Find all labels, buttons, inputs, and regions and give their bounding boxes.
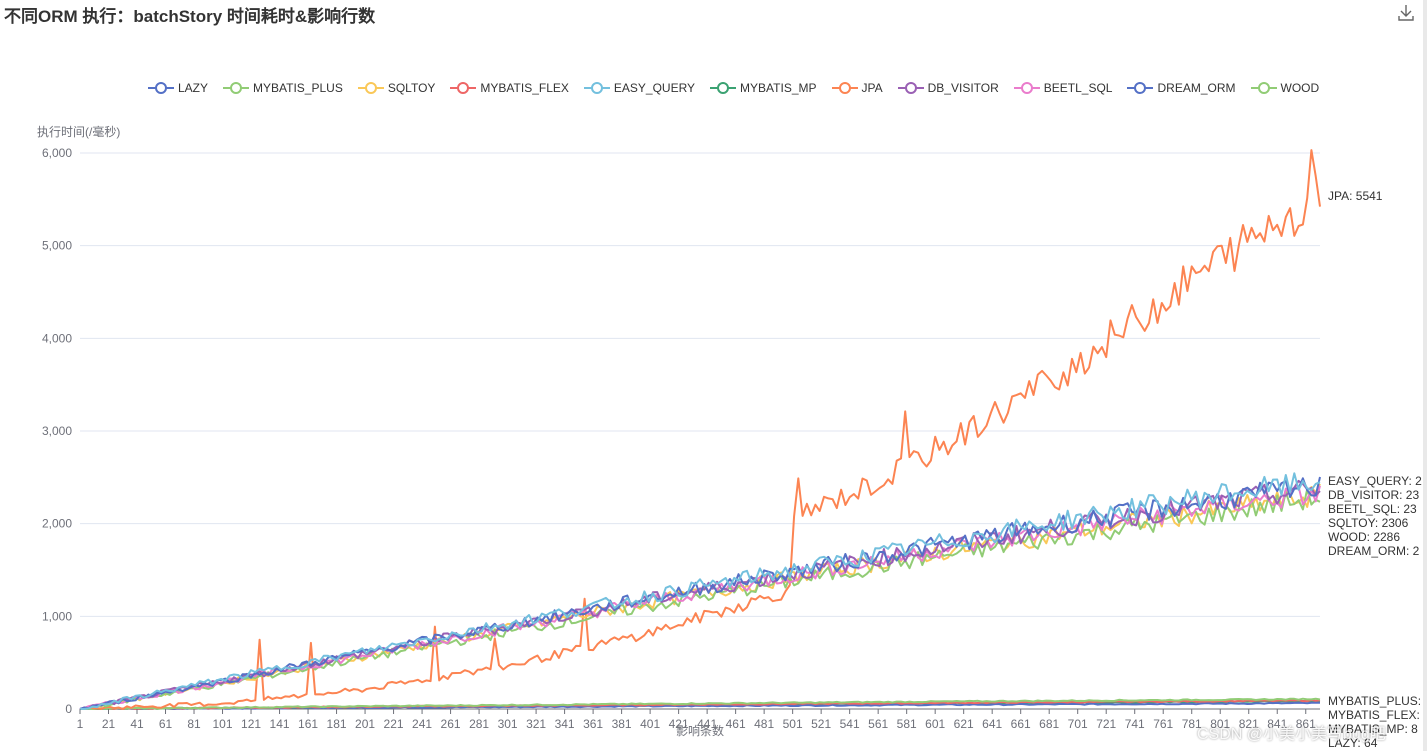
x-tick-label: 701 bbox=[1068, 717, 1088, 731]
x-tick-label: 301 bbox=[498, 717, 518, 731]
series-layer bbox=[79, 149, 1321, 710]
x-tick-label: 681 bbox=[1039, 717, 1059, 731]
x-tick-label: 601 bbox=[925, 717, 945, 731]
x-tick-label: 21 bbox=[102, 717, 116, 731]
x-tick-label: 261 bbox=[441, 717, 461, 731]
end-label-layer: LAZY: 64MYBATIS_PLUS: SQLTOY: 2306MYBATI… bbox=[1328, 189, 1422, 750]
x-tick-label: 541 bbox=[840, 717, 860, 731]
x-tick-label: 401 bbox=[640, 717, 660, 731]
x-tick-label: 141 bbox=[270, 717, 290, 731]
series-end-label: SQLTOY: 2306 bbox=[1328, 516, 1409, 530]
y-tick-label: 0 bbox=[65, 702, 72, 716]
x-tick-label: 361 bbox=[583, 717, 603, 731]
series-end-label: MYBATIS_PLUS: bbox=[1328, 694, 1421, 708]
y-tick-label: 3,000 bbox=[42, 424, 72, 438]
y-tick-label: 5,000 bbox=[42, 239, 72, 253]
x-tick-label: 161 bbox=[298, 717, 318, 731]
x-tick-label: 81 bbox=[187, 717, 201, 731]
series-end-label: DREAM_ORM: 2 bbox=[1328, 544, 1420, 558]
x-tick-label: 61 bbox=[159, 717, 173, 731]
series-end-label: JPA: 5541 bbox=[1328, 189, 1383, 203]
series-end-label: DB_VISITOR: 23 bbox=[1328, 488, 1419, 502]
y-tick-label: 1,000 bbox=[42, 609, 72, 623]
x-tick-label: 201 bbox=[355, 717, 375, 731]
y-tick-label: 6,000 bbox=[42, 146, 72, 160]
line-chart: 0 1,000 2,000 3,000 4,000 5,000 6,000 执行时间(/毫秒)… bbox=[37, 124, 1422, 750]
x-axis-label: 影响条数 bbox=[676, 723, 724, 738]
x-tick-label: 461 bbox=[726, 717, 746, 731]
series-end-label: WOOD: 2286 bbox=[1328, 530, 1400, 544]
x-tick-label: 281 bbox=[469, 717, 489, 731]
x-tick-label: 741 bbox=[1125, 717, 1145, 731]
watermark: CSDN @小美小美写bug吧 bbox=[1197, 726, 1386, 743]
x-tick-label: 761 bbox=[1153, 717, 1173, 731]
series-end-label: BEETL_SQL: 23 bbox=[1328, 502, 1417, 516]
x-tick-label: 381 bbox=[612, 717, 632, 731]
x-tick-label: 561 bbox=[868, 717, 888, 731]
x-tick-label: 341 bbox=[555, 717, 575, 731]
x-tick-label: 181 bbox=[327, 717, 347, 731]
x-tick-label: 221 bbox=[384, 717, 404, 731]
x-tick-label: 521 bbox=[811, 717, 831, 731]
x-tick-label: 241 bbox=[412, 717, 432, 731]
series-line bbox=[80, 149, 1321, 710]
x-tick-label: 641 bbox=[982, 717, 1002, 731]
x-tick-label: 581 bbox=[897, 717, 917, 731]
series-end-label: EASY_QUERY: 2 bbox=[1328, 474, 1422, 488]
y-axis-label: 执行时间(/毫秒) bbox=[37, 124, 120, 139]
x-tick-label: 501 bbox=[783, 717, 803, 731]
x-tick-label: 41 bbox=[130, 717, 144, 731]
y-tick-label: 2,000 bbox=[42, 517, 72, 531]
grid-layer bbox=[80, 152, 1320, 710]
x-tick-label: 661 bbox=[1011, 717, 1031, 731]
x-tick-label: 101 bbox=[213, 717, 233, 731]
x-tick-label: 321 bbox=[526, 717, 546, 731]
x-tick-label: 121 bbox=[241, 717, 261, 731]
x-tick-label: 481 bbox=[754, 717, 774, 731]
x-tick-label: 1 bbox=[77, 717, 84, 731]
x-tick-label: 621 bbox=[954, 717, 974, 731]
x-tick-label: 721 bbox=[1096, 717, 1116, 731]
y-tick-label: 4,000 bbox=[42, 331, 72, 345]
